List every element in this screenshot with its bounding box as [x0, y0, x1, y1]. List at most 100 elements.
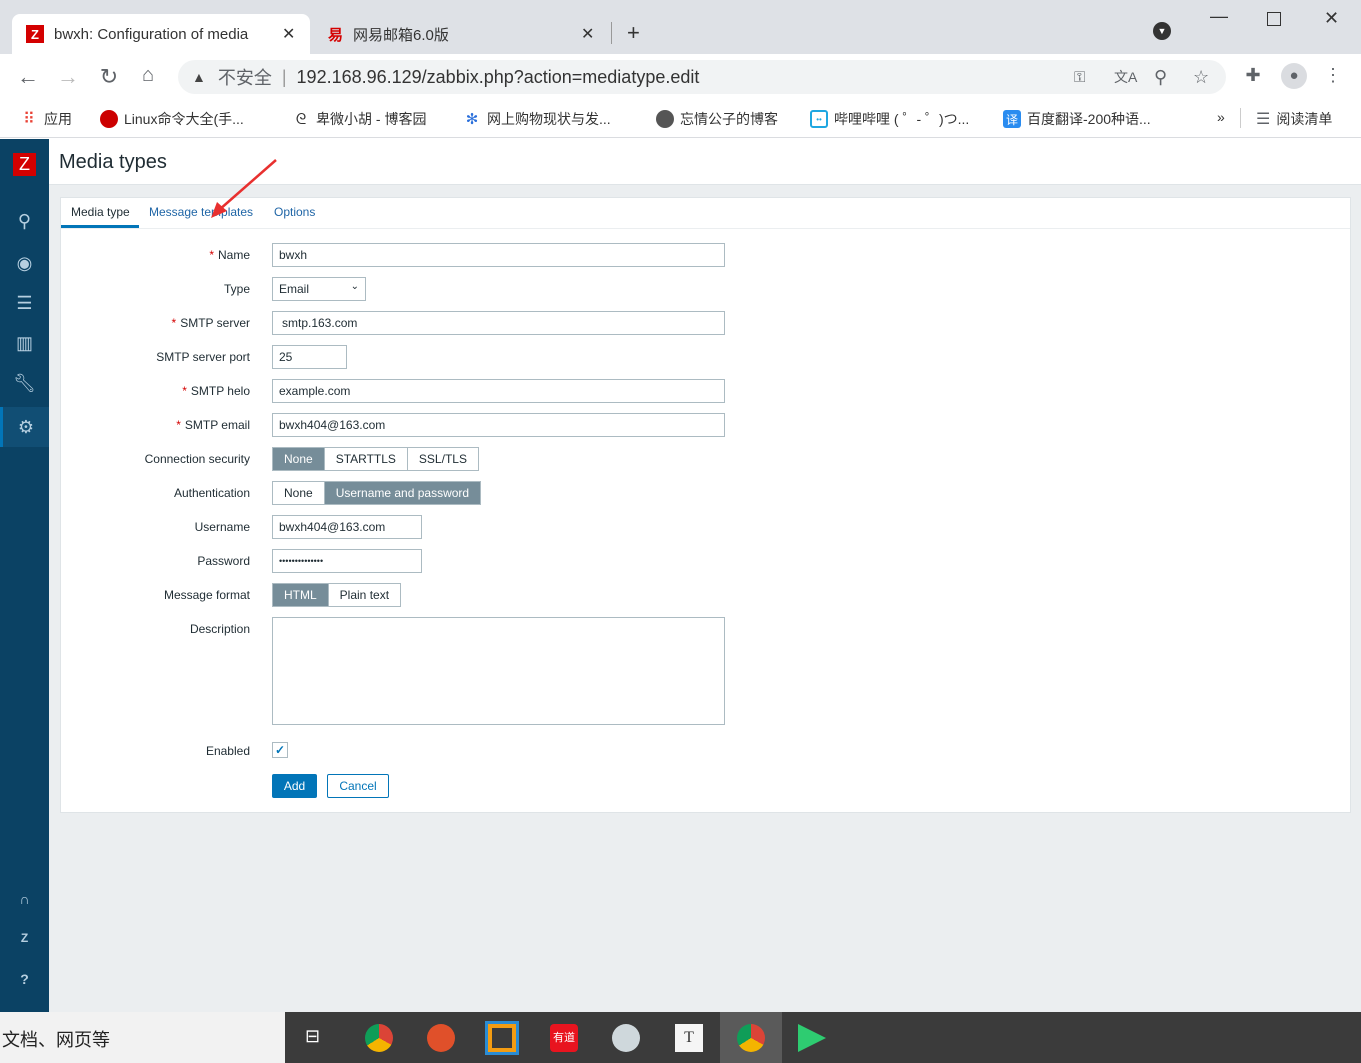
share-z-icon[interactable]: Z: [0, 931, 49, 945]
tab-divider: [611, 22, 612, 44]
tab-divider: [61, 228, 1350, 229]
browser-tab-strip: Z bwxh: Configuration of media ✕ 易 网易邮箱6…: [0, 0, 1361, 54]
bookmark-item[interactable]: •• 哔哩哔哩 ( ゜- ゜)つ...: [810, 109, 969, 129]
baidu-translate-icon: 译: [1003, 110, 1021, 128]
menu-dots-icon[interactable]: ⋮: [1321, 65, 1345, 86]
reports-chart-icon[interactable]: ▥: [0, 333, 49, 354]
password-input[interactable]: ••••••••••••••: [272, 549, 422, 573]
tab-title: 网易邮箱6.0版: [353, 26, 449, 44]
authentication-label: Authentication: [173, 486, 250, 500]
connection-security-radio: None STARTTLS SSL/TLS: [272, 447, 479, 471]
auth-none[interactable]: None: [273, 482, 325, 504]
extensions-icon[interactable]: ✚: [1241, 65, 1265, 86]
bookmark-apps[interactable]: ⠿ 应用: [20, 109, 72, 129]
monitoring-eye-icon[interactable]: ◉: [0, 253, 49, 274]
address-bar[interactable]: ▲ 不安全 | 192.168.96.129/zabbix.php?action…: [178, 60, 1226, 94]
reading-list-button[interactable]: ☰ 阅读清单: [1256, 109, 1332, 129]
conn-security-ssltls[interactable]: SSL/TLS: [408, 448, 478, 470]
minimize-icon[interactable]: —: [1210, 6, 1228, 27]
conn-security-none[interactable]: None: [273, 448, 325, 470]
tencent-video-icon[interactable]: [798, 1024, 826, 1052]
bookmarks-overflow-button[interactable]: »: [1217, 109, 1225, 125]
help-icon[interactable]: ?: [0, 971, 49, 987]
taskbar: ⊟ 有道 T: [285, 1012, 1361, 1063]
close-tab-icon[interactable]: ✕: [282, 24, 295, 44]
bookmark-item[interactable]: 忘情公子的博客: [656, 109, 778, 129]
bookmarks-bar: ⠿ 应用 Linux命令大全(手... ᘓ 卑微小胡 - 博客园 ✻ 网上购物现状与发…: [0, 100, 1361, 138]
smtp-port-input[interactable]: 25: [272, 345, 347, 369]
message-format-label: Message format: [163, 588, 250, 602]
chrome-active-icon[interactable]: [737, 1024, 765, 1052]
taskbar-search-box[interactable]: 文档、网页等: [0, 1012, 285, 1063]
auth-username-password[interactable]: Username and password: [324, 482, 481, 504]
smtp-email-input[interactable]: bwxh404@163.com: [272, 413, 725, 437]
browser-tab[interactable]: 易 网易邮箱6.0版 ✕: [316, 14, 610, 54]
bookmark-label: 卑微小胡 - 博客园: [316, 111, 427, 127]
zoom-icon[interactable]: ⚲: [1154, 67, 1167, 88]
key-icon[interactable]: ⚿: [1074, 69, 1085, 86]
app-snail-icon[interactable]: [427, 1024, 455, 1052]
new-tab-icon[interactable]: +: [627, 20, 640, 46]
chrome-icon[interactable]: [365, 1024, 393, 1052]
connection-security-label: Connection security: [144, 452, 250, 466]
add-button[interactable]: Add: [272, 774, 317, 798]
security-status[interactable]: 不安全: [218, 64, 272, 90]
username-input[interactable]: bwxh404@163.com: [272, 515, 422, 539]
baidu-paw-icon: ✻: [465, 111, 479, 128]
maximize-icon[interactable]: [1267, 12, 1281, 26]
enabled-checkbox[interactable]: ✓: [272, 742, 288, 758]
description-textarea[interactable]: [272, 617, 725, 725]
type-label: Type: [223, 282, 250, 296]
reading-list-icon: ☰: [1256, 111, 1271, 128]
browser-tab-active[interactable]: Z bwxh: Configuration of media ✕: [12, 14, 310, 54]
translate-icon[interactable]: 文A: [1114, 67, 1137, 87]
url-text[interactable]: 192.168.96.129/zabbix.php?action=mediaty…: [297, 67, 700, 88]
cnblogs-icon: ᘓ: [295, 110, 307, 128]
typora-icon[interactable]: T: [675, 1024, 703, 1052]
form-panel: Media type Message templates Options * Na…: [60, 159, 1351, 813]
bookmark-item[interactable]: ✻ 网上购物现状与发...: [463, 109, 611, 129]
search-icon[interactable]: ⚲: [0, 211, 49, 232]
bookmark-label: 忘情公子的博客: [680, 111, 778, 127]
bookmark-item[interactable]: Linux命令大全(手...: [100, 109, 244, 129]
home-icon[interactable]: ⌂: [136, 64, 160, 87]
description-label: Description: [189, 622, 250, 636]
close-tab-icon[interactable]: ✕: [581, 24, 594, 44]
bookmark-label: 哔哩哔哩 ( ゜- ゜)つ...: [834, 111, 970, 127]
configuration-wrench-icon[interactable]: 🔧︎: [0, 373, 49, 394]
cancel-button[interactable]: Cancel: [327, 774, 389, 798]
tab-media-type[interactable]: Media type: [71, 205, 130, 219]
smtp-port-label: SMTP server port: [156, 350, 250, 364]
enabled-label: Enabled: [205, 744, 250, 758]
reload-icon[interactable]: ↻: [97, 64, 121, 90]
zabbix-logo[interactable]: Z: [13, 153, 36, 176]
url-divider: |: [281, 66, 287, 87]
youdao-icon[interactable]: 有道: [550, 1024, 578, 1052]
format-plain-text[interactable]: Plain text: [329, 584, 400, 606]
app-vmware-icon[interactable]: [485, 1021, 519, 1055]
sidebar: Z ⚲ ◉ ☰ ▥ 🔧︎ ⚙ ∩ Z ?: [0, 139, 49, 1012]
authentication-radio: None Username and password: [272, 481, 482, 505]
back-icon[interactable]: ←: [16, 64, 40, 90]
tab-search-icon[interactable]: ▼: [1153, 22, 1171, 40]
conn-security-starttls[interactable]: STARTTLS: [325, 448, 408, 470]
bookmark-star-icon[interactable]: ☆: [1193, 67, 1209, 88]
type-select[interactable]: Email ⌄: [272, 277, 366, 301]
close-window-icon[interactable]: ✕: [1324, 8, 1339, 29]
bookmark-item[interactable]: 译百度翻译-200种语...: [1003, 109, 1151, 129]
smtp-helo-input[interactable]: example.com: [272, 379, 725, 403]
format-html[interactable]: HTML: [273, 584, 329, 606]
name-input[interactable]: bwxh: [272, 243, 725, 267]
bookmark-item[interactable]: ᘓ 卑微小胡 - 博客园: [292, 109, 427, 129]
profile-avatar-icon[interactable]: ●: [1281, 63, 1307, 89]
message-format-radio: HTML Plain text: [272, 583, 402, 607]
smtp-server-input[interactable]: smtp.163.com: [272, 311, 725, 335]
app-graduation-icon[interactable]: [612, 1024, 640, 1052]
username-label: Username: [194, 520, 250, 534]
inventory-list-icon[interactable]: ☰: [0, 293, 49, 314]
support-headset-icon[interactable]: ∩: [0, 891, 49, 907]
forward-icon[interactable]: →: [56, 64, 80, 90]
smtp-helo-label: * SMTP helo: [182, 384, 250, 398]
task-view-icon[interactable]: ⊟: [305, 1026, 320, 1047]
administration-gear-icon[interactable]: ⚙: [0, 407, 49, 447]
